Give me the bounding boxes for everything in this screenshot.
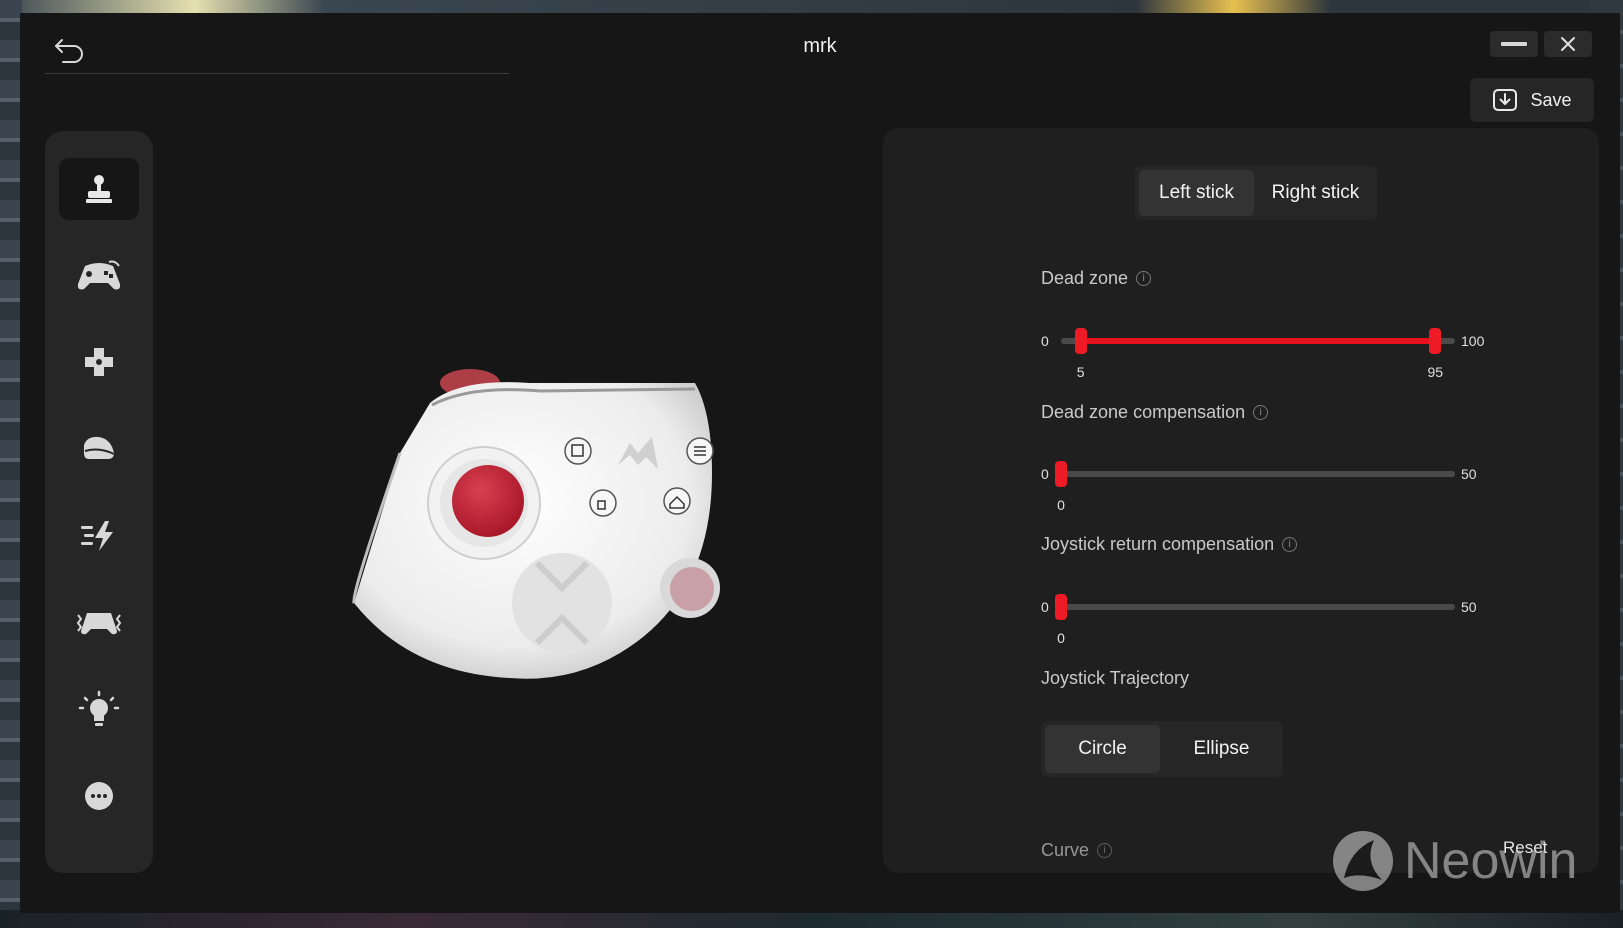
sidebar-item-vibration[interactable] bbox=[59, 591, 139, 653]
save-download-icon bbox=[1493, 89, 1518, 111]
dead-zone-comp-max: 50 bbox=[1461, 466, 1477, 482]
dead-zone-high-value: 95 bbox=[1427, 364, 1444, 380]
return-comp-track[interactable]: 0 bbox=[1055, 594, 1455, 646]
sidebar-item-lighting[interactable] bbox=[59, 679, 139, 741]
dead-zone-track[interactable]: 5 95 bbox=[1061, 328, 1455, 380]
close-button[interactable] bbox=[1544, 31, 1592, 57]
lightbulb-icon bbox=[78, 690, 120, 726]
return-comp-slider: 0 0 50 bbox=[1041, 594, 1501, 646]
title-bar: mrk bbox=[20, 13, 1620, 75]
dead-zone-label-text: Dead zone bbox=[1041, 268, 1129, 288]
title-divider bbox=[45, 73, 509, 74]
dead-zone-comp-info-icon[interactable]: i bbox=[1253, 405, 1269, 420]
dead-zone-comp-slider: 0 0 50 bbox=[1041, 461, 1501, 513]
return-comp-max: 50 bbox=[1461, 599, 1477, 615]
dead-zone-fill bbox=[1080, 338, 1436, 344]
tab-right-stick[interactable]: Right stick bbox=[1258, 170, 1373, 216]
dpad-icon bbox=[85, 348, 113, 376]
dead-zone-comp-thumb[interactable] bbox=[1055, 461, 1067, 487]
joystick-icon bbox=[86, 175, 112, 203]
controller-illustration bbox=[340, 353, 720, 703]
gamepad-icon bbox=[77, 260, 121, 290]
curve-label: Curve i bbox=[1041, 840, 1113, 861]
sidebar-item-joystick[interactable] bbox=[59, 158, 139, 220]
dead-zone-min: 0 bbox=[1041, 333, 1049, 349]
save-button[interactable]: Save bbox=[1470, 78, 1594, 122]
dead-zone-low-value: 5 bbox=[1076, 364, 1085, 380]
return-comp-label-text: Joystick return compensation bbox=[1041, 534, 1275, 554]
curve-label-text: Curve bbox=[1041, 840, 1090, 860]
dead-zone-comp-track[interactable]: 0 bbox=[1055, 461, 1455, 513]
dead-zone-high-thumb[interactable] bbox=[1429, 328, 1442, 354]
app-window: mrk Save Left stick Right stick Dead zon… bbox=[20, 13, 1620, 913]
trajectory-selector: Circle Ellipse bbox=[1041, 721, 1283, 777]
minimize-icon bbox=[1501, 42, 1527, 46]
dead-zone-comp-label-text: Dead zone compensation bbox=[1041, 402, 1246, 422]
dead-zone-comp-label: Dead zone compensation i bbox=[1041, 402, 1269, 423]
reset-button[interactable]: Reset bbox=[1503, 838, 1547, 858]
return-comp-min: 0 bbox=[1041, 599, 1049, 615]
dead-zone-max: 100 bbox=[1461, 333, 1485, 349]
dead-zone-slider: 0 5 95 100 bbox=[1041, 328, 1501, 380]
sidebar-item-turbo[interactable] bbox=[59, 505, 139, 567]
sidebar-item-more[interactable] bbox=[59, 765, 139, 827]
stick-selector: Left stick Right stick bbox=[1135, 166, 1377, 220]
desktop-backdrop-left bbox=[0, 0, 22, 928]
vibration-icon bbox=[76, 613, 122, 635]
minimize-button[interactable] bbox=[1490, 31, 1538, 57]
trajectory-circle-button[interactable]: Circle bbox=[1045, 725, 1160, 773]
curve-info-icon[interactable]: i bbox=[1097, 843, 1113, 858]
return-comp-info-icon[interactable]: i bbox=[1282, 537, 1298, 552]
dead-zone-info-icon[interactable]: i bbox=[1136, 271, 1152, 286]
desktop-backdrop-top bbox=[0, 0, 1623, 14]
tab-left-stick[interactable]: Left stick bbox=[1139, 170, 1254, 216]
trajectory-label-text: Joystick Trajectory bbox=[1041, 668, 1190, 688]
sidebar bbox=[45, 131, 153, 873]
sidebar-item-buttons[interactable] bbox=[59, 245, 139, 307]
dead-zone-comp-min: 0 bbox=[1041, 466, 1049, 482]
save-button-label: Save bbox=[1530, 89, 1572, 110]
sidebar-item-triggers[interactable] bbox=[59, 417, 139, 479]
trigger-icon bbox=[84, 436, 115, 459]
return-comp-thumb[interactable] bbox=[1055, 594, 1067, 620]
dead-zone-comp-value: 0 bbox=[1057, 497, 1065, 513]
settings-panel: Left stick Right stick Dead zone i 0 5 9… bbox=[883, 128, 1599, 873]
more-icon bbox=[85, 782, 113, 810]
return-comp-label: Joystick return compensation i bbox=[1041, 534, 1298, 555]
sidebar-item-dpad[interactable] bbox=[59, 331, 139, 393]
trajectory-ellipse-button[interactable]: Ellipse bbox=[1164, 725, 1279, 773]
return-comp-value: 0 bbox=[1057, 630, 1065, 646]
window-title: mrk bbox=[803, 35, 837, 57]
dead-zone-low-thumb[interactable] bbox=[1074, 328, 1087, 354]
close-icon bbox=[1561, 37, 1575, 51]
lightning-icon bbox=[81, 521, 113, 551]
trajectory-label: Joystick Trajectory bbox=[1041, 668, 1189, 689]
dead-zone-label: Dead zone i bbox=[1041, 268, 1152, 289]
